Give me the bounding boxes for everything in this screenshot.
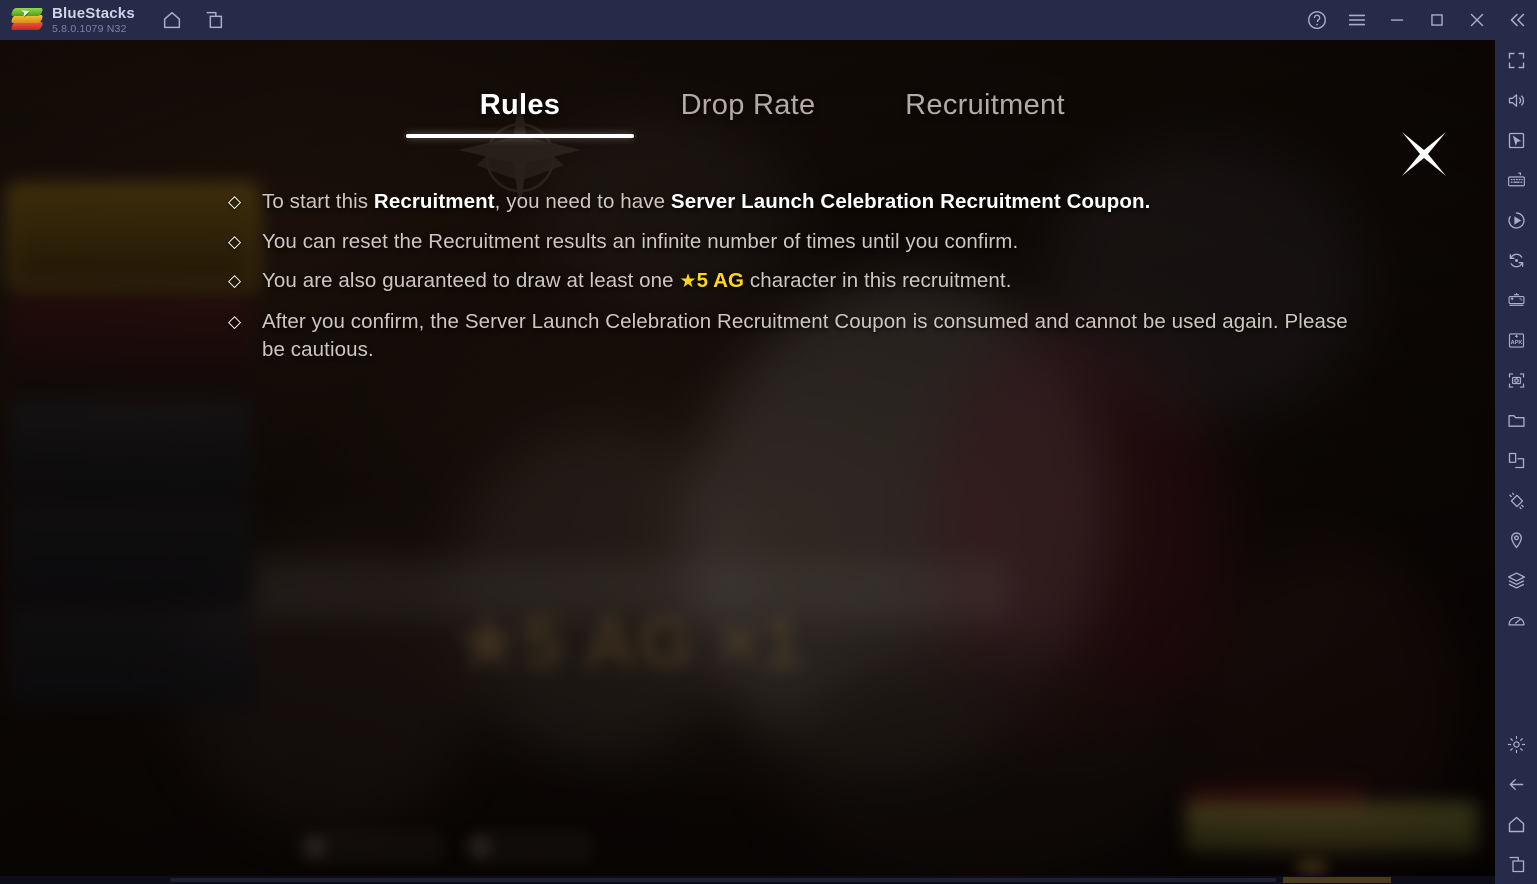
bluestacks-window: ★5 AG ×1 [0, 0, 1537, 884]
game-viewport[interactable]: ★5 AG ×1 [0, 40, 1495, 884]
layers-icon[interactable] [1495, 560, 1537, 600]
rotate-screen-icon[interactable] [1495, 240, 1537, 280]
macro-recorder-icon[interactable] [1495, 200, 1537, 240]
diamond-bullet-icon: ◇ [228, 271, 242, 290]
modal-tabs[interactable]: Rules Drop Rate Recruitment [0, 88, 1495, 156]
rule-text-part: To start this [262, 190, 374, 213]
screenshot-icon[interactable] [1495, 360, 1537, 400]
back-icon[interactable] [1495, 764, 1537, 804]
tab-recruitment[interactable]: Recruitment [862, 88, 1108, 138]
window-controls[interactable] [1297, 0, 1537, 40]
rule-text-emphasis: Server Launch Celebration Recruitment Co… [670, 190, 1151, 213]
settings-gear-icon[interactable] [1495, 724, 1537, 764]
tab-drop-rate-label: Drop Rate [680, 89, 816, 121]
diamond-bullet-icon: ◇ [228, 311, 242, 331]
svg-text:APK: APK [1510, 340, 1522, 346]
titlebar-nav-icons[interactable] [161, 9, 225, 31]
install-apk-icon[interactable]: APK [1495, 320, 1537, 360]
keyboard-controls-icon[interactable] [1495, 160, 1537, 200]
media-folder-icon[interactable] [1495, 400, 1537, 440]
star-icon: ★ [679, 271, 697, 292]
location-icon[interactable] [1495, 520, 1537, 560]
rule-item: ◇ To start this Recruitment, you need to… [228, 183, 1348, 222]
rule-text-part: You can reset the Recruitment results an… [262, 229, 1019, 253]
minimize-icon[interactable] [1377, 0, 1417, 40]
performance-meter-icon[interactable] [1495, 600, 1537, 640]
volume-icon[interactable] [1495, 80, 1537, 120]
recent-apps-icon[interactable] [1495, 844, 1537, 884]
home-icon[interactable] [161, 9, 183, 31]
rule-text-part: , you need to have [494, 190, 671, 213]
app-identity: BlueStacks 5.8.0.1079 N32 [52, 6, 135, 35]
rule-item: ◇ After you confirm, the Server Launch C… [228, 303, 1348, 370]
tab-drop-rate[interactable]: Drop Rate [634, 88, 862, 138]
bluestacks-titlebar: ➤ BlueStacks 5.8.0.1079 N32 [0, 0, 1537, 40]
maximize-icon[interactable] [1417, 0, 1457, 40]
rule-item: ◇ You can reset the Recruitment results … [228, 223, 1348, 262]
rule-text-emphasis: Recruitment [373, 190, 495, 213]
rule-text: To start this Recruitment, you need to h… [262, 183, 1348, 222]
tab-recruitment-label: Recruitment [905, 89, 1065, 121]
rule-text: You are also guaranteed to draw at least… [262, 262, 1348, 302]
menu-icon[interactable] [1337, 0, 1377, 40]
rule-text-part: character in this recruitment. [744, 269, 1012, 292]
diamond-bullet-icon: ◇ [228, 231, 242, 251]
multi-instance-sync-icon[interactable] [1495, 440, 1537, 480]
app-name: BlueStacks [52, 4, 135, 22]
close-icon[interactable] [1457, 0, 1497, 40]
diamond-bullet-icon: ◇ [228, 192, 242, 211]
tab-rules[interactable]: Rules [406, 88, 634, 138]
multi-instance-icon[interactable] [203, 9, 225, 31]
shake-icon[interactable] [1495, 480, 1537, 520]
bluestacks-logo-icon: ➤ [10, 6, 44, 33]
cursor-pointer-icon[interactable] [1495, 120, 1537, 160]
rule-text-part: You are also guaranteed to draw at least… [262, 269, 680, 292]
collapse-sidebar-icon[interactable] [1497, 0, 1537, 40]
rule-text: You can reset the Recruitment results an… [262, 223, 1348, 262]
app-version: 5.8.0.1079 N32 [52, 22, 127, 35]
gamepad-icon[interactable] [1495, 280, 1537, 320]
tab-active-underline [406, 134, 634, 138]
help-icon[interactable] [1297, 0, 1337, 40]
rarity-highlight: 5 AG [696, 269, 745, 292]
close-modal-button[interactable] [1398, 128, 1450, 180]
rules-list: ◇ To start this Recruitment, you need to… [228, 183, 1348, 371]
home-nav-icon[interactable] [1495, 804, 1537, 844]
bluestacks-toolbar[interactable]: APK [1495, 40, 1537, 884]
tab-rules-label: Rules [479, 89, 561, 121]
rules-modal: Rules Drop Rate Recruitment ◇ To start t… [0, 40, 1495, 884]
rule-text: After you confirm, the Server Launch Cel… [262, 303, 1348, 370]
rule-text-part: After you confirm, the Server Launch Cel… [262, 309, 1348, 362]
fullscreen-icon[interactable] [1495, 40, 1537, 80]
rule-item: ◇ You are also guaranteed to draw at lea… [228, 262, 1348, 302]
